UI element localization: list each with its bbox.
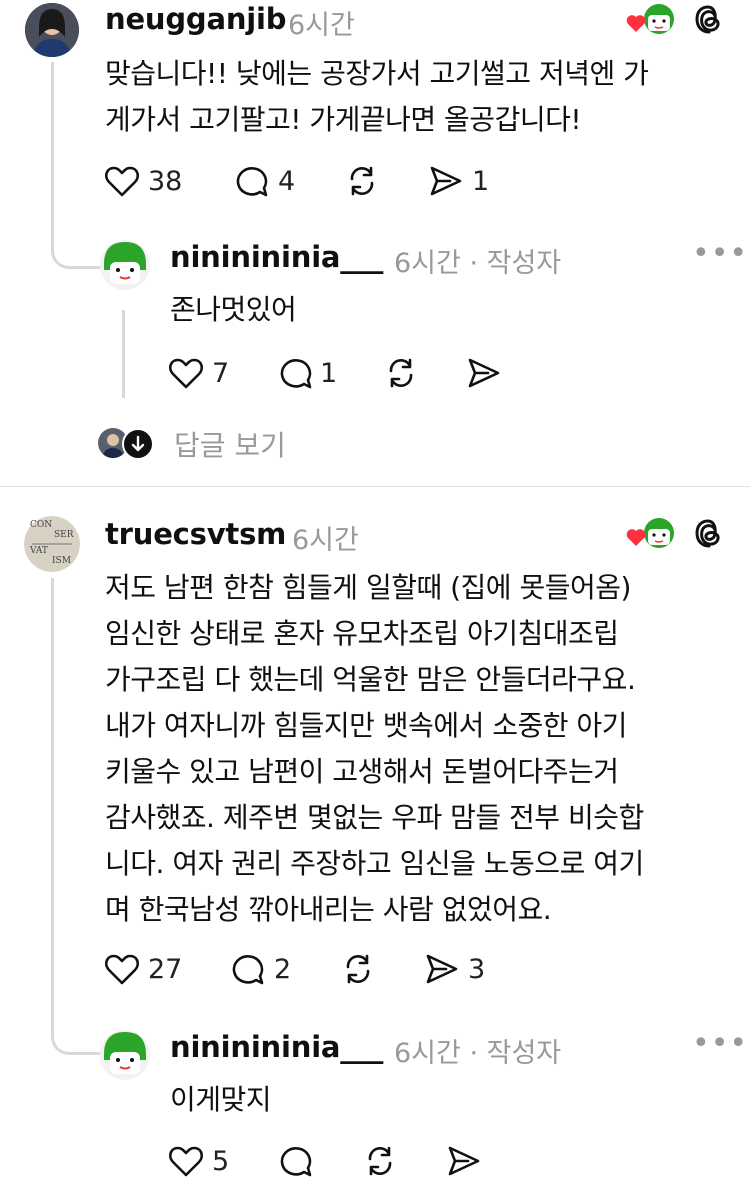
divider [0,486,750,487]
comment-text-line: 임신한 상태로 혼자 유모차조립 아기침대조립 [105,617,619,650]
comment-text-line: 저도 남편 한참 힘들게 일할때 (집에 못들어옴) [105,571,631,604]
reply-count: 2 [274,954,292,985]
avatar-text: SER [54,530,74,540]
comment-text-line: 니다. 여자 권리 주장하고 임신을 노동으로 여기 [105,847,644,880]
heart-icon[interactable] [168,356,204,390]
repost-icon[interactable] [340,952,376,986]
avatar-text: CON [30,520,53,530]
thread-line [122,310,125,398]
repost-icon[interactable] [383,356,419,390]
share-icon[interactable] [424,952,460,986]
avatar[interactable] [100,240,150,290]
comment-text-line: 맞습니다!! 낮에는 공장가서 고기썰고 저녁엔 가 [105,57,649,90]
share-icon[interactable] [466,356,502,390]
heart-icon[interactable] [104,952,140,986]
reply-username[interactable]: nininininia___ [170,240,383,274]
liked-by-author-badge [626,2,676,38]
comment-text-line: 가구조립 다 했는데 억울한 맘은 안들더라구요. [105,663,636,696]
like-count: 38 [148,166,183,197]
heart-icon[interactable] [104,164,140,198]
comment-icon[interactable] [234,164,270,198]
reply-text: 존나멋있어 [170,293,297,326]
comment-time: 6시간 [288,10,355,41]
comment-username[interactable]: truecsvtsm [105,517,286,551]
threads-logo-icon[interactable] [692,2,726,36]
comment-username[interactable]: neugganjib [105,2,287,36]
share-icon[interactable] [428,164,464,198]
avatar-text: ISM [52,556,71,566]
reply-text: 이게맞지 [170,1083,272,1116]
threads-page: neugganjib 6시간 맞습니다!! 낮에는 공장가서 고기썰고 저녁엔 … [0,0,750,1200]
avatar-text: VAT [30,546,48,556]
heart-icon[interactable] [168,1144,204,1178]
more-icon[interactable]: ••• [692,236,748,271]
liked-by-author-badge [626,516,676,552]
thread-connector [51,578,104,1055]
reply-count: 1 [320,358,338,389]
share-icon[interactable] [446,1144,482,1178]
repost-icon[interactable] [344,164,380,198]
repost-icon[interactable] [362,1144,398,1178]
like-count: 5 [212,1146,230,1177]
more-icon[interactable]: ••• [692,1026,748,1061]
comment-icon[interactable] [230,952,266,986]
thread-connector [51,62,104,269]
like-count: 27 [148,954,183,985]
comment-icon[interactable] [278,356,314,390]
comment-text-line: 감사했죠. 제주변 몇없는 우파 맘들 전부 비슷합 [105,801,644,834]
view-replies-link[interactable]: 답글 보기 [174,424,286,464]
reply-meta: 6시간 · 작성자 [394,248,562,279]
like-count: 7 [212,358,230,389]
reply-count: 4 [278,166,296,197]
comment-text-line: 게가서 고기팔고! 가게끝나면 올공갑니다! [105,103,582,136]
reply-username[interactable]: nininininia___ [170,1030,383,1064]
comment-text-line: 며 한국남성 깎아내리는 사람 없었어요. [105,893,552,926]
share-count: 3 [468,954,486,985]
threads-logo-icon[interactable] [692,516,726,550]
comment-icon[interactable] [278,1144,314,1178]
comment-text-line: 키울수 있고 남편이 고생해서 돈벌어다주는거 [105,755,619,788]
share-count: 1 [472,166,490,197]
comment-text-line: 내가 여자니까 힘들지만 뱃속에서 소중한 아기 [105,709,627,742]
comment-time: 6시간 [292,525,359,556]
reply-meta: 6시간 · 작성자 [394,1038,562,1069]
avatar[interactable] [25,3,79,57]
arrow-down-icon[interactable] [122,428,154,460]
avatar[interactable] [100,1030,150,1080]
